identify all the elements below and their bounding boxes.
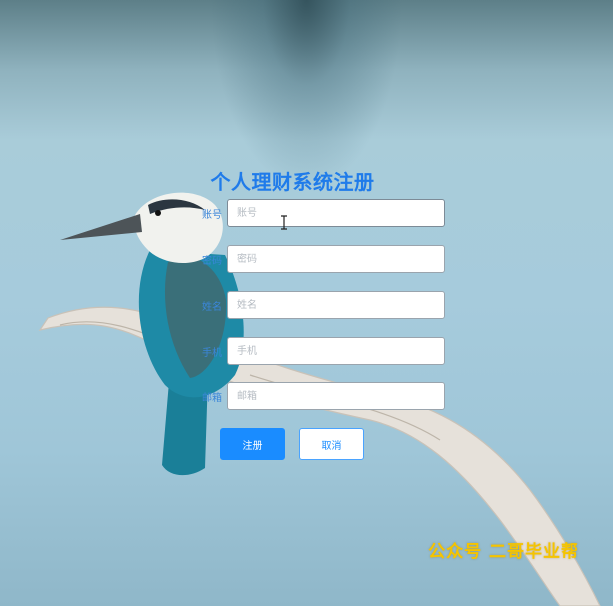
phone-input[interactable]	[227, 337, 445, 365]
email-row: 邮箱	[190, 382, 450, 412]
password-row: 密码	[190, 245, 450, 275]
account-label: 账号	[202, 210, 222, 221]
bird-beak	[60, 214, 142, 240]
email-label: 邮箱	[202, 393, 222, 404]
name-input[interactable]	[227, 291, 445, 319]
register-button[interactable]: 注册	[220, 428, 285, 460]
text-cursor-icon	[281, 215, 287, 230]
email-input[interactable]	[227, 382, 445, 410]
page-title: 个人理财系统注册	[210, 170, 375, 194]
password-label: 密码	[202, 256, 222, 267]
registration-page: 个人理财系统注册 账号 密码 姓名 手机 邮箱 注册 取消 公众号 二哥毕业帮	[0, 0, 613, 606]
bird-eye	[155, 210, 161, 216]
phone-row: 手机	[190, 337, 450, 367]
cancel-button[interactable]: 取消	[299, 428, 364, 460]
phone-label: 手机	[202, 348, 222, 359]
watermark-text: 公众号 二哥毕业帮	[428, 542, 579, 562]
account-row: 账号	[190, 199, 450, 229]
account-input[interactable]	[227, 199, 445, 227]
password-input[interactable]	[227, 245, 445, 273]
name-label: 姓名	[202, 302, 222, 313]
name-row: 姓名	[190, 291, 450, 321]
